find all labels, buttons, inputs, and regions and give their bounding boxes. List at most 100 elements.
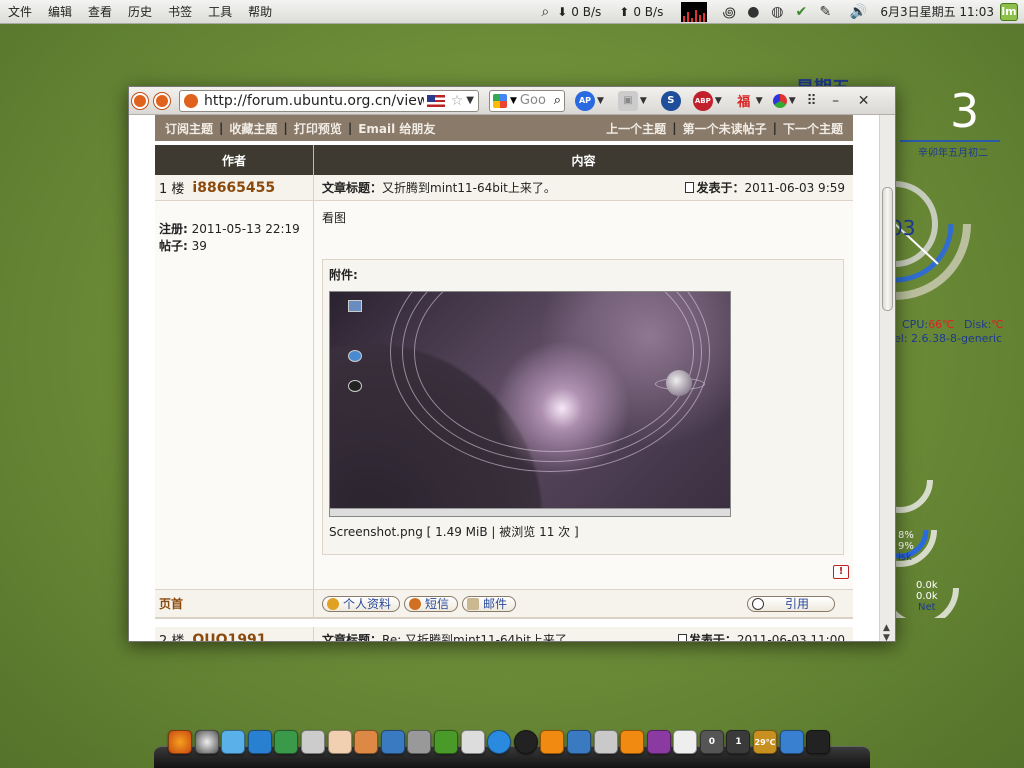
minimize-icon[interactable]: – (828, 93, 844, 109)
post-1-floor: 1 楼 (159, 182, 185, 197)
text-editor-icon[interactable] (673, 730, 698, 754)
link-subscribe[interactable]: 订阅主题 (165, 120, 213, 137)
network-icon[interactable] (487, 730, 512, 754)
addon-ap-icon[interactable]: AP (575, 90, 595, 111)
colorful-dropdown-icon[interactable]: ▼ (789, 96, 796, 106)
post-link-icon[interactable] (677, 634, 687, 641)
scroll-up-arrow-icon[interactable]: ▲ (883, 623, 890, 633)
mint-logo-icon[interactable]: lm (1000, 2, 1018, 21)
counter-icon[interactable]: 0 (699, 730, 724, 754)
adblock-icon[interactable]: ABP (692, 90, 713, 111)
link-prev-topic[interactable]: 上一个主题 (606, 120, 666, 137)
widget-disk-label: isk (898, 552, 912, 563)
post-1-author-link[interactable]: i88665455 (192, 180, 275, 196)
grid-menu-icon[interactable]: ⠿ (804, 93, 820, 109)
workspace-icon[interactable]: 1 (726, 730, 751, 754)
system-monitor-icon[interactable] (566, 730, 591, 754)
swirl-app-icon[interactable] (380, 730, 405, 754)
weather-icon[interactable]: 29°C (753, 730, 778, 754)
back-to-top-link[interactable]: 页首 (155, 590, 314, 617)
quote-button[interactable]: 引用 (747, 595, 835, 612)
scroll-down-arrow-icon[interactable]: ▼ (883, 633, 890, 643)
clock[interactable]: 6月3日星期五 11:03 (880, 3, 994, 20)
network-monitor-icon[interactable]: ⌕ (536, 3, 554, 21)
url-text[interactable]: http://forum.ubuntu.org.cn/viewt (204, 93, 424, 109)
fu-dropdown-icon[interactable]: ▼ (756, 96, 763, 106)
post-link-icon[interactable] (685, 182, 695, 193)
search-icon[interactable]: ⌕ (554, 93, 561, 108)
photo-icon[interactable] (593, 730, 618, 754)
terminal-icon[interactable] (460, 730, 485, 754)
cube-icon[interactable] (779, 730, 804, 754)
pm-button[interactable]: 短信 (404, 595, 459, 612)
status-dot-icon[interactable]: ● (744, 3, 762, 21)
net-upload-indicator: ⬆ 0 B/s (619, 5, 663, 19)
archive-icon[interactable] (300, 730, 325, 754)
menu-view[interactable]: 查看 (80, 3, 120, 20)
menu-tools[interactable]: 工具 (200, 3, 240, 20)
scrollbar-thumb[interactable] (882, 187, 893, 311)
rss-icon[interactable] (620, 730, 645, 754)
fu-addon-icon[interactable]: 福 (734, 91, 754, 111)
posts-table-header: 作者 内容 (155, 145, 853, 175)
google-logo-icon[interactable] (493, 93, 507, 108)
desktop-computer-icon (348, 300, 362, 312)
menu-help[interactable]: 帮助 (240, 3, 280, 20)
a-app-icon[interactable] (513, 730, 538, 754)
firefox-icon[interactable] (168, 730, 192, 754)
camera-dropdown-icon[interactable]: ▼ (640, 96, 647, 106)
post-1-title-label: 文章标题： (322, 181, 383, 195)
report-post-icon[interactable]: ! (833, 565, 849, 579)
qq-icon[interactable] (221, 730, 246, 754)
ubuntu-menu-icon[interactable] (151, 90, 173, 112)
menu-file[interactable]: 文件 (0, 3, 40, 20)
swirl-icon[interactable]: ꩜ (720, 3, 738, 21)
music-icon[interactable] (646, 730, 671, 754)
addon-ap-dropdown-icon[interactable]: ▼ (597, 96, 604, 106)
adblock-dropdown-icon[interactable]: ▼ (715, 96, 722, 106)
volume-icon[interactable]: 🔊 (849, 3, 867, 21)
menu-history[interactable]: 历史 (120, 3, 160, 20)
globe-icon[interactable]: ◍ (768, 3, 786, 21)
url-bar[interactable]: http://forum.ubuntu.org.cn/viewt ☆ ▼ (179, 89, 479, 112)
face-icon[interactable] (327, 730, 352, 754)
link-first-unread[interactable]: 第一个未读帖子 (683, 120, 767, 137)
menu-bookmarks[interactable]: 书签 (160, 3, 200, 20)
torrent-icon[interactable] (433, 730, 458, 754)
paint-icon[interactable] (354, 730, 379, 754)
profile-button[interactable]: 个人资料 (322, 595, 401, 612)
link-email-friend[interactable]: Email 给朋友 (358, 120, 435, 137)
post-2-author-link[interactable]: QUO1991 (192, 632, 266, 642)
pen-tool-icon[interactable]: ✎ (816, 3, 834, 21)
s-addon-icon[interactable]: S (660, 90, 681, 111)
calculator-icon[interactable] (407, 730, 432, 754)
search-engine-dropdown-icon[interactable]: ▼ (510, 96, 517, 106)
menu-edit[interactable]: 编辑 (40, 3, 80, 20)
link-favorite[interactable]: 收藏主题 (229, 120, 277, 137)
post-1-date: 发表于： 2011-06-03 9:59 (685, 179, 845, 196)
settings-gear-icon[interactable] (194, 730, 219, 754)
attachment-screenshot-image[interactable] (329, 291, 731, 517)
post-1-posts-count: 39 (191, 239, 207, 253)
email-button[interactable]: 邮件 (462, 595, 517, 612)
shield-check-icon[interactable]: ✔ (792, 3, 810, 21)
search-input[interactable]: Goo (520, 93, 554, 108)
vertical-scrollbar[interactable]: ▲ ▼ (879, 115, 895, 643)
show-desktop-icon[interactable] (806, 730, 831, 754)
us-flag-icon[interactable] (426, 94, 445, 107)
search-bar[interactable]: ▼ Goo ⌕ (489, 89, 565, 112)
url-dropdown-icon[interactable]: ▼ (466, 95, 474, 106)
chat-icon[interactable] (274, 730, 299, 754)
dock-icons: 0 1 29°C (168, 730, 833, 754)
bird-icon[interactable] (247, 730, 272, 754)
camera-icon[interactable]: ▣ (617, 90, 638, 111)
ubuntu-tab-icon[interactable] (129, 90, 151, 112)
link-next-topic[interactable]: 下一个主题 (783, 120, 843, 137)
cpu-graph[interactable] (681, 1, 708, 22)
close-icon[interactable]: ✕ (856, 93, 872, 109)
post-1-posted-value: 2011-06-03 9:59 (744, 180, 846, 195)
link-print-preview[interactable]: 打印预览 (294, 120, 342, 137)
vlc-icon[interactable] (540, 730, 565, 754)
colorful-addon-icon[interactable] (772, 93, 787, 108)
bookmark-star-icon[interactable]: ☆ (451, 93, 464, 109)
